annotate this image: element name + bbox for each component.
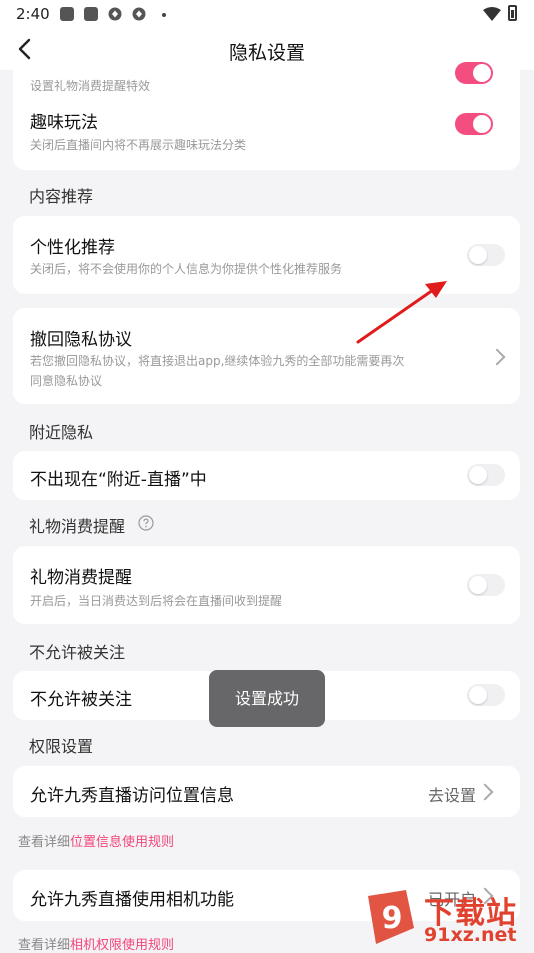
nearby-hide-title: 不出现在“附近-直播”中 xyxy=(30,470,207,490)
page-title: 隐私设置 xyxy=(228,42,305,64)
gift-effect-subtitle: 设置礼物消费提醒特效 xyxy=(30,79,151,93)
no-follow-title: 不允许被关注 xyxy=(30,690,132,710)
watermark: 9 下载站 91xz.net xyxy=(360,884,534,950)
app-notification-icon xyxy=(132,7,146,21)
watermark-logo-icon: 9 xyxy=(368,890,414,944)
chevron-right-icon xyxy=(488,348,506,366)
section-header-content: 内容推荐 xyxy=(29,187,94,206)
battery-icon xyxy=(508,5,517,21)
fun-play-subtitle: 关闭后直播间内将不再展示趣味玩法分类 xyxy=(30,138,247,152)
app-notification-icon xyxy=(108,7,122,21)
gift-reminder-subtitle: 开启后，当日消费达到后将会在直播间收到提醒 xyxy=(30,594,283,608)
notification-icon xyxy=(60,7,74,21)
nav-bar: 隐私设置 xyxy=(0,28,534,70)
personalized-toggle[interactable] xyxy=(467,244,505,266)
location-go-settings[interactable]: 去设置 xyxy=(428,782,476,806)
location-permission-card[interactable]: 允许九秀直播访问位置信息 去设置 xyxy=(13,766,520,817)
section-header-permissions: 权限设置 xyxy=(29,737,94,756)
no-follow-toggle[interactable] xyxy=(467,684,505,706)
camera-rules: 查看详细相机权限使用规则 xyxy=(18,934,174,953)
gift-reminder-card: 礼物消费提醒 开启后，当日消费达到后将会在直播间收到提醒 xyxy=(13,546,520,624)
notification-icon xyxy=(84,7,98,21)
toast-message: 设置成功 xyxy=(209,670,325,727)
location-rules-link[interactable]: 位置信息使用规则 xyxy=(70,835,174,850)
location-permission-title: 允许九秀直播访问位置信息 xyxy=(30,786,234,806)
section-header-gift: 礼物消费提醒 xyxy=(29,517,126,536)
revoke-privacy-title: 撤回隐私协议 xyxy=(30,330,132,350)
camera-rules-prefix: 查看详细 xyxy=(18,938,71,953)
more-notifications-icon xyxy=(162,13,166,17)
nearby-hide-card: 不出现在“附近-直播”中 xyxy=(13,451,520,500)
camera-permission-title: 允许九秀直播使用相机功能 xyxy=(30,890,234,910)
section-header-nearby: 附近隐私 xyxy=(29,423,94,442)
chevron-right-icon xyxy=(476,783,494,801)
section-header-follow: 不允许被关注 xyxy=(29,643,126,662)
gift-effect-card: 设置礼物消费提醒特效 趣味玩法 关闭后直播间内将不再展示趣味玩法分类 xyxy=(13,62,520,170)
gift-effect-toggle[interactable] xyxy=(455,62,493,84)
location-rules-prefix: 查看详细 xyxy=(18,835,71,850)
personalized-title: 个性化推荐 xyxy=(30,238,115,258)
gift-reminder-title: 礼物消费提醒 xyxy=(30,568,132,588)
location-rules: 查看详细位置信息使用规则 xyxy=(18,831,174,850)
personalized-subtitle: 关闭后，将不会使用你的个人信息为你提供个性化推荐服务 xyxy=(30,262,343,276)
svg-text:9: 9 xyxy=(382,901,403,936)
watermark-url: 91xz.net xyxy=(424,924,517,946)
revoke-privacy-subtitle-line1: 若您撤回隐私协议，将直接退出app,继续体验九秀的全部功能需要再次 xyxy=(30,354,405,368)
camera-rules-link[interactable]: 相机权限使用规则 xyxy=(70,938,174,953)
status-time: 2:40 xyxy=(16,5,50,23)
wifi-icon xyxy=(483,7,501,21)
gift-reminder-toggle[interactable] xyxy=(467,574,505,596)
status-bar: 2:40 xyxy=(0,0,534,28)
revoke-privacy-subtitle-line2: 同意隐私协议 xyxy=(30,374,103,388)
help-question-icon[interactable] xyxy=(138,515,154,531)
nearby-hide-toggle[interactable] xyxy=(467,464,505,486)
annotation-arrow-icon xyxy=(356,281,447,344)
fun-play-title: 趣味玩法 xyxy=(30,113,98,133)
fun-play-toggle[interactable] xyxy=(455,113,493,135)
